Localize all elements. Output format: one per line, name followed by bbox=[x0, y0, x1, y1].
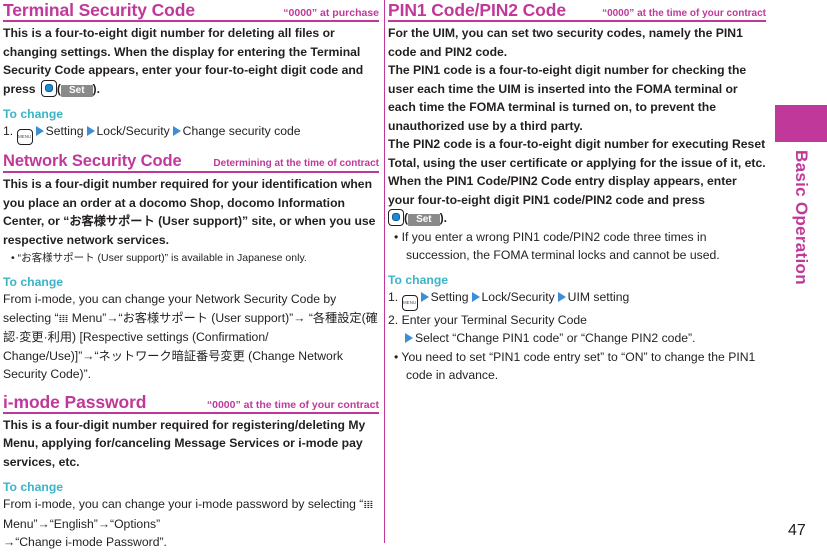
to-change-heading: To change bbox=[3, 107, 64, 121]
section-title: Network Security Code bbox=[3, 152, 182, 170]
arrow-icon bbox=[172, 126, 181, 136]
left-column: Terminal Security Code “0000” at purchas… bbox=[3, 0, 379, 552]
footnote: • “お客様サポート (User support)” is available … bbox=[11, 252, 307, 264]
arrow-icon bbox=[405, 333, 413, 343]
right-column: PIN1 Code/PIN2 Code “0000” at the time o… bbox=[388, 0, 766, 384]
center-key-icon bbox=[40, 79, 57, 97]
arrow-icon bbox=[86, 126, 95, 136]
section-header: Terminal Security Code “0000” at purchas… bbox=[3, 0, 379, 22]
arrow-icon bbox=[557, 291, 566, 302]
chapter-tab-marker bbox=[775, 105, 827, 142]
bullet-note: • If you enter a wrong PIN1 code/PIN2 co… bbox=[394, 229, 720, 262]
step-2: 2. Enter your Terminal Security Code bbox=[388, 312, 587, 327]
section-header: i-mode Password “0000” at the time of yo… bbox=[3, 392, 379, 414]
section-title: Terminal Security Code bbox=[3, 0, 195, 20]
imode-menu-icon: 𝍖 bbox=[363, 499, 374, 511]
change-instructions: From i-mode, you can change your i-mode … bbox=[3, 497, 374, 549]
section-title: PIN1 Code/PIN2 Code bbox=[388, 0, 566, 20]
step-1: 1. MENU Setting Lock/Security Change securi… bbox=[3, 122, 379, 145]
section-body: This is a four-digit number required for… bbox=[3, 417, 366, 469]
section-body: This is a four-to-eight digit number for… bbox=[3, 26, 364, 97]
section-header: PIN1 Code/PIN2 Code “0000” at the time o… bbox=[388, 0, 766, 22]
terminal-security-code-section: Terminal Security Code “0000” at purchas… bbox=[3, 0, 379, 145]
section-header: Network Security Code Determining at the… bbox=[3, 151, 379, 173]
change-instructions: From i-mode, you can change your Network… bbox=[3, 292, 378, 381]
to-change-heading: To change bbox=[3, 480, 64, 494]
default-value-note: “0000” at the time of your contract bbox=[602, 8, 766, 19]
pin-paragraph-4: When the PIN1 Code/PIN2 Code entry displ… bbox=[388, 174, 737, 226]
set-softkey-icon: Set bbox=[60, 84, 93, 97]
default-value-note: “0000” at the time of your contract bbox=[206, 398, 379, 411]
section-title: i-mode Password bbox=[3, 391, 147, 412]
pin-paragraph-3: The PIN2 code is a four-to-eight digit n… bbox=[388, 137, 766, 170]
imode-menu-icon: 𝍖 bbox=[58, 312, 69, 325]
network-security-code-section: Network Security Code Determining at the… bbox=[3, 151, 379, 384]
default-value-note: “0000” at purchase bbox=[283, 7, 379, 19]
column-divider bbox=[384, 0, 385, 543]
to-change-heading: To change bbox=[388, 272, 449, 287]
imode-password-section: i-mode Password “0000” at the time of yo… bbox=[3, 392, 379, 552]
to-change-heading: To change bbox=[3, 275, 64, 289]
set-softkey-icon: Set bbox=[408, 214, 440, 226]
page-number: 47 bbox=[788, 522, 806, 539]
section-body: This is a four-digit number required for… bbox=[3, 177, 376, 247]
arrow-icon bbox=[471, 291, 480, 302]
arrow-icon bbox=[35, 126, 44, 136]
step-2-sub: Select “Change PIN1 code” or “Change PIN… bbox=[388, 329, 766, 348]
bullet-note: • You need to set “PIN1 code entry set” … bbox=[394, 349, 756, 382]
step-1: 1. MENU Setting Lock/Security UIM setting bbox=[388, 288, 766, 311]
center-key-icon bbox=[388, 209, 404, 226]
arrow-icon bbox=[420, 291, 429, 302]
pin-code-section: PIN1 Code/PIN2 Code “0000” at the time o… bbox=[388, 0, 766, 384]
menu-key-icon: MENU bbox=[16, 129, 33, 145]
pin-paragraph-2: The PIN1 code is a four-to-eight digit n… bbox=[388, 63, 747, 133]
default-value-note: Determining at the time of contract bbox=[213, 158, 379, 169]
chapter-label: Basic Operation bbox=[792, 150, 811, 285]
pin-paragraph-1: For the UIM, you can set two security co… bbox=[388, 26, 743, 59]
menu-key-icon: MENU bbox=[401, 294, 418, 311]
